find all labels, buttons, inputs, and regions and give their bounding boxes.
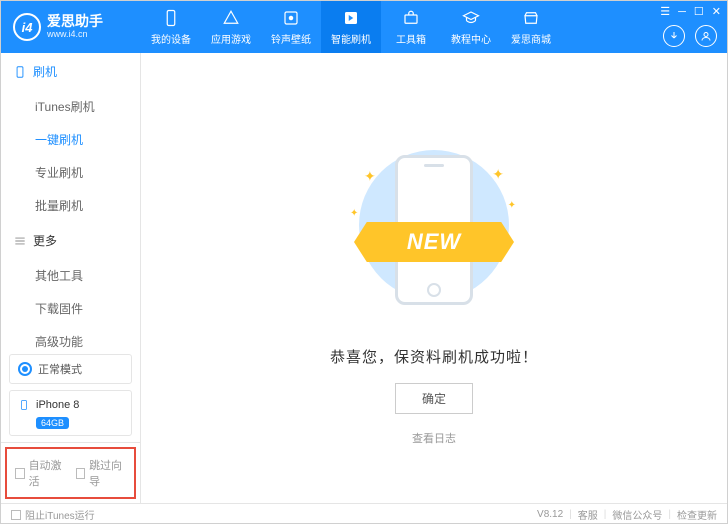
apps-icon	[222, 9, 240, 27]
nav-flash[interactable]: 智能刷机	[321, 1, 381, 53]
sidebar-item-pro-flash[interactable]: 专业刷机	[1, 156, 140, 189]
user-icon[interactable]	[695, 25, 717, 47]
store-icon	[522, 9, 540, 27]
sidebar-item-oneclick-flash[interactable]: 一键刷机	[1, 123, 140, 156]
wallpaper-icon	[282, 9, 300, 27]
success-illustration: ✦ ✦ ✦ ✦ NEW	[334, 140, 534, 320]
new-ribbon: NEW	[354, 222, 514, 262]
group-title: 刷机	[33, 63, 57, 80]
footer: 阻止iTunes运行 V8.12 | 客服 | 微信公众号 | 检查更新	[1, 503, 727, 525]
nav-label: 应用游戏	[211, 31, 251, 46]
list-icon	[13, 234, 27, 248]
minimize-icon[interactable]: ─	[678, 6, 686, 18]
checkbox-block-itunes[interactable]: 阻止iTunes运行	[11, 507, 95, 522]
toolbox-icon	[402, 9, 420, 27]
star-icon: ✦	[508, 200, 516, 211]
header-actions	[663, 25, 717, 47]
sidebar-item-batch-flash[interactable]: 批量刷机	[1, 189, 140, 222]
checkbox-skip-guide[interactable]: 跳过向导	[76, 457, 127, 489]
grad-cap-icon	[462, 9, 480, 27]
window-controls: ☰ ─ ☐ ✕	[660, 5, 721, 18]
app-logo: i4 爱思助手 www.i4.cn	[1, 13, 141, 41]
footer-link-wechat[interactable]: 微信公众号	[612, 507, 662, 522]
sidebar-item-other-tools[interactable]: 其他工具	[1, 259, 140, 292]
nav-toolbox[interactable]: 工具箱	[381, 1, 441, 53]
nav-label: 教程中心	[451, 31, 491, 46]
close-icon[interactable]: ✕	[712, 5, 721, 18]
cb-label: 跳过向导	[89, 457, 126, 489]
footer-link-update[interactable]: 检查更新	[677, 507, 717, 522]
device-icon	[13, 65, 27, 79]
nav-ringtone[interactable]: 铃声壁纸	[261, 1, 321, 53]
mode-status[interactable]: 正常模式	[9, 354, 132, 384]
status-dot-icon	[18, 362, 32, 376]
phone-icon	[162, 9, 180, 27]
device-box[interactable]: iPhone 8 64GB	[9, 390, 132, 436]
sidebar-group-flash[interactable]: 刷机	[1, 53, 140, 90]
header: i4 爱思助手 www.i4.cn 我的设备 应用游戏 铃声壁纸 智能刷机 工具…	[1, 1, 727, 53]
sidebar-item-itunes-flash[interactable]: iTunes刷机	[1, 90, 140, 123]
cb-label: 阻止iTunes运行	[25, 507, 95, 522]
nav-label: 智能刷机	[331, 31, 371, 46]
sidebar: 刷机 iTunes刷机 一键刷机 专业刷机 批量刷机 更多 其他工具 下载固件 …	[1, 53, 141, 503]
app-url: www.i4.cn	[47, 30, 103, 40]
sidebar-item-download-firmware[interactable]: 下载固件	[1, 292, 140, 325]
nav-label: 工具箱	[396, 31, 426, 46]
options-row: 自动激活 跳过向导	[5, 447, 136, 499]
sidebar-group-more[interactable]: 更多	[1, 222, 140, 259]
nav-tutorial[interactable]: 教程中心	[441, 1, 501, 53]
storage-badge: 64GB	[36, 417, 69, 429]
cb-label: 自动激活	[29, 457, 66, 489]
menu-icon[interactable]: ☰	[660, 5, 670, 18]
checkbox-auto-activate[interactable]: 自动激活	[15, 457, 66, 489]
phone-small-icon	[18, 397, 30, 413]
nav-store[interactable]: 爱思商城	[501, 1, 561, 53]
logo-icon: i4	[13, 13, 41, 41]
nav-label: 铃声壁纸	[271, 31, 311, 46]
version-label: V8.12	[537, 509, 563, 520]
app-name: 爱思助手	[47, 14, 103, 29]
flash-icon	[342, 9, 360, 27]
nav-label: 爱思商城	[511, 31, 551, 46]
maximize-icon[interactable]: ☐	[694, 5, 704, 18]
group-title: 更多	[33, 232, 57, 249]
download-icon[interactable]	[663, 25, 685, 47]
device-name: iPhone 8	[36, 399, 79, 411]
sidebar-item-advanced[interactable]: 高级功能	[1, 325, 140, 348]
top-nav: 我的设备 应用游戏 铃声壁纸 智能刷机 工具箱 教程中心 爱思商城	[141, 1, 561, 53]
star-icon: ✦	[492, 166, 504, 183]
divider	[1, 442, 140, 443]
status-text: 正常模式	[38, 361, 82, 377]
nav-my-device[interactable]: 我的设备	[141, 1, 201, 53]
ok-button[interactable]: 确定	[395, 383, 473, 414]
nav-apps[interactable]: 应用游戏	[201, 1, 261, 53]
footer-link-support[interactable]: 客服	[578, 507, 598, 522]
star-icon: ✦	[364, 168, 376, 185]
main-content: ✦ ✦ ✦ ✦ NEW 恭喜您，保资料刷机成功啦！ 确定 查看日志	[141, 53, 727, 503]
view-log-link[interactable]: 查看日志	[412, 430, 456, 446]
nav-label: 我的设备	[151, 31, 191, 46]
success-message: 恭喜您，保资料刷机成功啦！	[330, 346, 538, 367]
star-icon: ✦	[350, 208, 358, 219]
